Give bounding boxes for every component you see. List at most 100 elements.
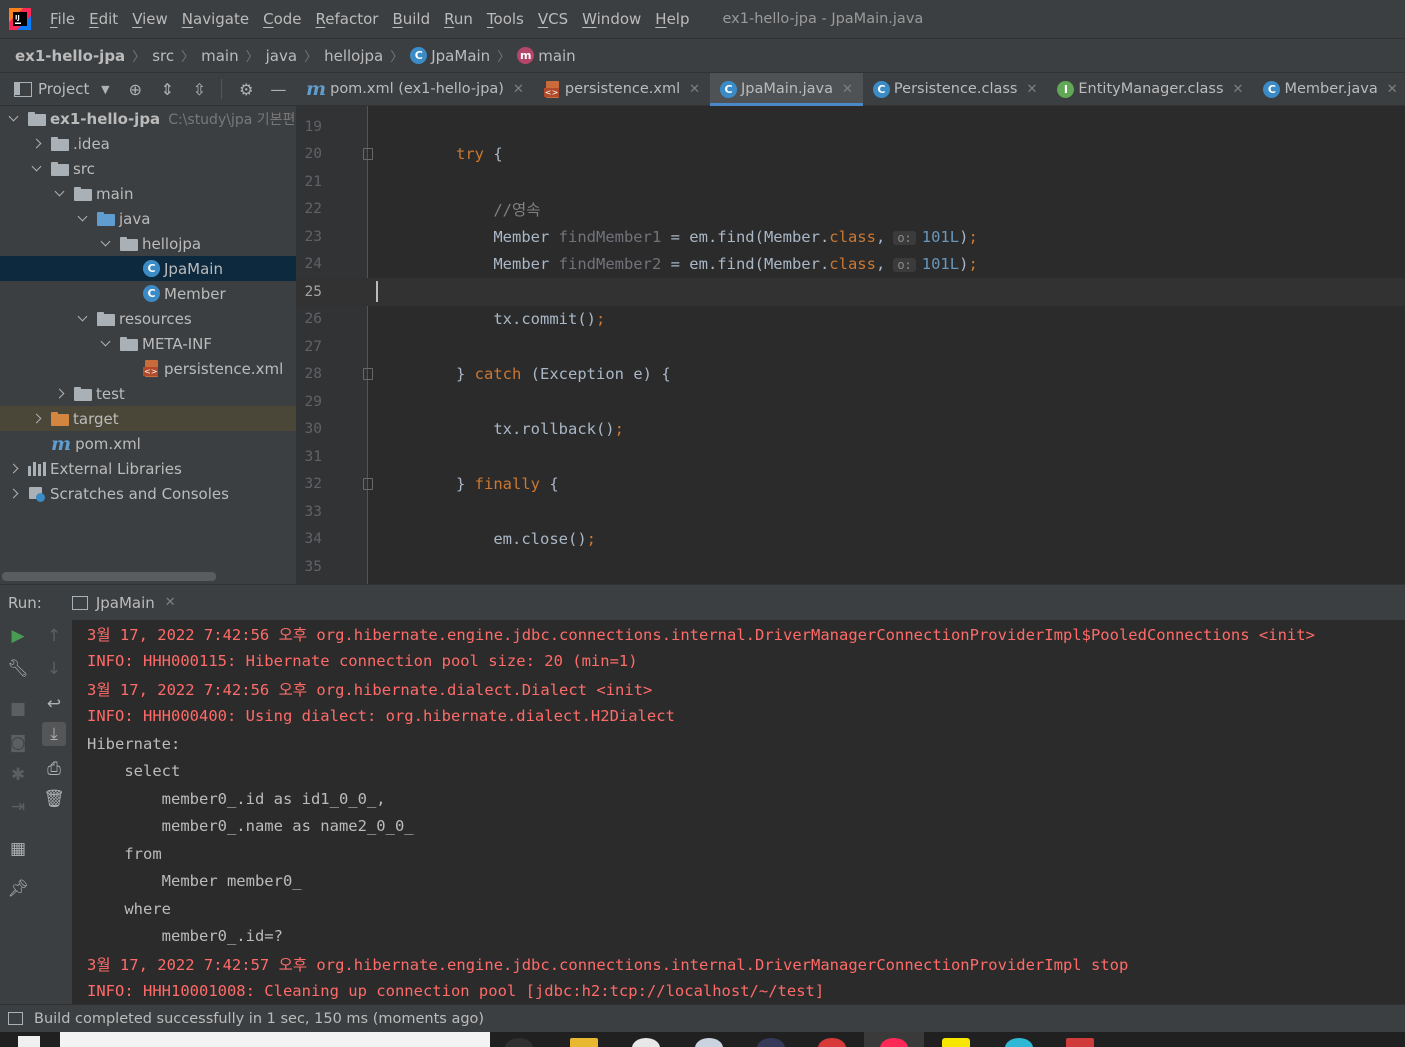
print-icon[interactable]: ⎙ — [42, 757, 66, 781]
menu-code[interactable]: Code — [256, 10, 308, 28]
pin-icon[interactable]: 📌︎ — [6, 877, 30, 901]
arrow-down-icon[interactable]: ↓ — [42, 657, 66, 681]
taskbar-app-icon[interactable] — [1066, 1038, 1094, 1047]
stop-icon[interactable]: ■ — [6, 697, 30, 721]
menu-help[interactable]: Help — [648, 10, 696, 28]
layout-icon[interactable]: ▦ — [6, 837, 30, 861]
tree-item[interactable]: persistence.xml — [0, 356, 296, 381]
rerun-icon[interactable]: ▶ — [6, 624, 30, 648]
chevron-down-icon[interactable] — [31, 163, 43, 175]
editor-tab[interactable]: C JpaMain.java ✕ — [710, 73, 863, 106]
fold-marker-icon[interactable] — [363, 478, 373, 491]
close-icon[interactable]: ✕ — [689, 82, 700, 97]
code-line[interactable]: 33 — [296, 498, 1405, 526]
tree-item[interactable]: src — [0, 156, 296, 181]
tree-item[interactable]: ex1-hello-jpa C:\study\jpa 기본편 — [0, 106, 296, 131]
code-line[interactable]: 32} finally { — [296, 471, 1405, 499]
wrench-icon[interactable]: 🔧︎ — [6, 657, 30, 681]
taskbar-app-icon[interactable] — [1005, 1038, 1033, 1047]
tree-item[interactable]: C JpaMain — [0, 256, 296, 281]
close-icon[interactable]: ✕ — [842, 82, 853, 97]
locate-target-icon[interactable]: ⊕ — [125, 79, 145, 99]
chevron-right-icon[interactable] — [8, 463, 20, 475]
code-line[interactable]: 27 — [296, 333, 1405, 361]
chevron-down-icon[interactable] — [100, 338, 112, 350]
taskbar-app-icon[interactable] — [757, 1038, 785, 1047]
hide-panel-icon[interactable]: — — [268, 79, 288, 99]
arrow-up-icon[interactable]: ↑ — [42, 624, 66, 648]
gear-icon[interactable]: ⚙ — [236, 79, 256, 99]
chevron-right-icon[interactable] — [8, 488, 20, 500]
chevron-down-icon[interactable] — [8, 113, 20, 125]
close-icon[interactable]: ✕ — [1233, 82, 1244, 97]
close-icon[interactable]: ✕ — [165, 595, 176, 610]
horizontal-scrollbar[interactable] — [2, 572, 216, 581]
tree-item[interactable]: hellojpa — [0, 231, 296, 256]
tree-item[interactable]: java — [0, 206, 296, 231]
close-icon[interactable]: ✕ — [1026, 82, 1037, 97]
chevron-down-icon[interactable]: ▼ — [95, 79, 115, 99]
file-explorer-icon[interactable] — [570, 1038, 598, 1047]
run-tab-jpamain[interactable]: JpaMain ✕ — [64, 585, 184, 621]
menu-edit[interactable]: Edit — [82, 10, 125, 28]
tree-item[interactable]: test — [0, 381, 296, 406]
collapse-all-icon[interactable]: ⇳ — [189, 79, 209, 99]
code-line[interactable]: 23 Member findMember1 = em.find(Member.c… — [296, 223, 1405, 251]
chevron-down-icon[interactable] — [100, 238, 112, 250]
tree-item[interactable]: C Member — [0, 281, 296, 306]
kakaotalk-icon[interactable] — [942, 1038, 970, 1047]
tree-item[interactable]: .idea — [0, 131, 296, 156]
exit-icon[interactable]: ⇥ — [6, 795, 30, 819]
fold-marker-icon[interactable] — [363, 148, 373, 161]
editor-tab[interactable]: I EntityManager.class ✕ — [1047, 73, 1253, 105]
chevron-right-icon[interactable] — [54, 388, 66, 400]
tree-item[interactable]: resources — [0, 306, 296, 331]
code-line[interactable]: 28} catch (Exception e) { — [296, 361, 1405, 389]
breadcrumb-item-src[interactable]: src — [152, 47, 174, 65]
project-panel-title[interactable]: Project — [38, 80, 89, 98]
windows-start-icon[interactable] — [18, 1036, 40, 1047]
menu-run[interactable]: Run — [437, 10, 480, 28]
taskbar-app-icon[interactable] — [818, 1038, 846, 1047]
tree-item[interactable]: main — [0, 181, 296, 206]
chevron-right-icon[interactable] — [31, 413, 43, 425]
chevron-down-icon[interactable] — [54, 188, 66, 200]
close-icon[interactable]: ✕ — [513, 82, 524, 97]
code-line[interactable]: 20 try { — [296, 141, 1405, 169]
console-output[interactable]: 3월 17, 2022 7:42:56 오후 org.hibernate.eng… — [72, 620, 1405, 1004]
taskbar-app-icon[interactable] — [695, 1038, 723, 1047]
menu-file[interactable]: File — [43, 10, 82, 28]
code-line[interactable]: 19 — [296, 113, 1405, 141]
menu-refactor[interactable]: Refactor — [309, 10, 386, 28]
menu-build[interactable]: Build — [385, 10, 437, 28]
editor-tab[interactable]: m pom.xml (ex1-hello-jpa) ✕ — [296, 73, 534, 105]
editor-tab[interactable]: C Member.java ✕ — [1253, 73, 1405, 105]
chrome-icon[interactable] — [632, 1038, 660, 1047]
code-line[interactable]: 35 — [296, 553, 1405, 581]
tree-item[interactable]: m pom.xml — [0, 431, 296, 456]
trash-icon[interactable]: 🗑︎ — [42, 787, 66, 811]
breadcrumb-item-hellojpa[interactable]: hellojpa — [324, 47, 383, 65]
editor-tab[interactable]: persistence.xml ✕ — [534, 73, 710, 105]
fold-marker-icon[interactable] — [363, 368, 373, 381]
code-line[interactable]: 24 Member findMember2 = em.find(Member.c… — [296, 251, 1405, 279]
tree-item[interactable]: target — [0, 406, 296, 431]
menu-tools[interactable]: Tools — [480, 10, 531, 28]
menu-view[interactable]: View — [125, 10, 175, 28]
soft-wrap-icon[interactable]: ↩ — [42, 692, 66, 716]
code-line[interactable]: 21 — [296, 168, 1405, 196]
code-line[interactable]: 34 em.close(); — [296, 526, 1405, 554]
code-line[interactable]: 31 — [296, 443, 1405, 471]
editor-tab[interactable]: C Persistence.class ✕ — [863, 73, 1047, 105]
code-line[interactable]: 22 //영속 — [296, 196, 1405, 224]
taskbar-app-icon[interactable] — [505, 1038, 533, 1047]
scroll-to-end-icon[interactable]: ⤓ — [42, 722, 66, 746]
breadcrumb-item-project[interactable]: ex1-hello-jpa — [15, 47, 125, 65]
code-line[interactable]: 30 tx.rollback(); — [296, 416, 1405, 444]
code-editor[interactable]: 19 20 try {21 22 //영속 23 Member findMember1 … — [296, 106, 1405, 584]
breadcrumb-item-jpamain[interactable]: C JpaMain — [410, 47, 490, 65]
menu-navigate[interactable]: Navigate — [175, 10, 256, 28]
chevron-down-icon[interactable] — [77, 313, 89, 325]
expand-all-icon[interactable]: ⇕ — [157, 79, 177, 99]
debug-icon[interactable]: ✱ — [6, 763, 30, 787]
